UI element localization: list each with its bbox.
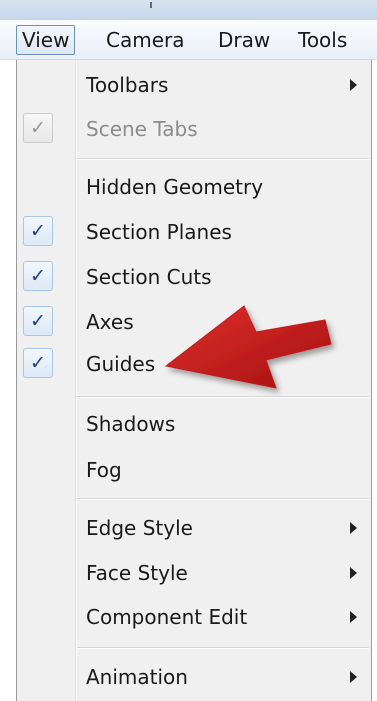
menu-item-edge-style[interactable]: Edge Style [17, 507, 371, 549]
submenu-arrow-icon [350, 79, 357, 91]
menu-item-scene-tabs[interactable]: ✓ Scene Tabs [17, 108, 371, 150]
menubar-camera[interactable]: Camera [106, 25, 185, 55]
menu-item-label: Shadows [86, 412, 176, 436]
menu-item-fog[interactable]: Fog [17, 449, 371, 491]
menu-item-label: Scene Tabs [86, 117, 198, 141]
menu-item-guides[interactable]: ✓ Guides [17, 343, 371, 385]
menu-item-axes[interactable]: ✓ Axes [17, 301, 371, 343]
menu-item-label: Face Style [86, 561, 188, 585]
menu-separator [77, 647, 369, 649]
menubar-view[interactable]: View [16, 25, 76, 55]
check-mark-icon: ✓ [23, 261, 53, 291]
view-dropdown-menu: Toolbars ✓ Scene Tabs Hidden Geometry ✓ … [16, 60, 372, 701]
menu-separator [77, 396, 369, 398]
submenu-arrow-icon [350, 567, 357, 579]
menubar: View Camera Draw Tools [0, 20, 377, 60]
menu-item-shadows[interactable]: Shadows [17, 403, 371, 445]
submenu-arrow-icon [350, 671, 357, 683]
check-mark-icon: ✓ [23, 348, 53, 378]
submenu-arrow-icon [350, 611, 357, 623]
check-mark-icon: ✓ [23, 306, 53, 336]
menu-item-component-edit[interactable]: Component Edit [17, 596, 371, 638]
menu-item-animation[interactable]: Animation [17, 656, 371, 698]
menu-item-label: Axes [86, 310, 134, 334]
menubar-tools[interactable]: Tools [298, 25, 347, 55]
window-top-strip [0, 0, 377, 20]
menu-item-label: Section Cuts [86, 265, 212, 289]
menu-separator [77, 498, 369, 500]
menubar-draw[interactable]: Draw [218, 25, 270, 55]
menu-item-label: Fog [86, 458, 122, 482]
menu-item-label: Animation [86, 665, 188, 689]
menu-item-label: Hidden Geometry [86, 175, 264, 199]
menu-item-label: Section Planes [86, 220, 232, 244]
title-fragment [150, 2, 152, 8]
check-mark-icon: ✓ [23, 113, 53, 143]
check-mark-icon: ✓ [23, 216, 53, 246]
submenu-arrow-icon [350, 522, 357, 534]
menu-item-section-cuts[interactable]: ✓ Section Cuts [17, 256, 371, 298]
menu-item-hidden-geometry[interactable]: Hidden Geometry [17, 166, 371, 208]
menu-item-section-planes[interactable]: ✓ Section Planes [17, 211, 371, 253]
menu-item-label: Edge Style [86, 516, 193, 540]
menu-item-toolbars[interactable]: Toolbars [17, 64, 371, 106]
menu-item-label: Component Edit [86, 605, 248, 629]
menu-item-label: Guides [86, 352, 156, 376]
menu-item-face-style[interactable]: Face Style [17, 552, 371, 594]
menu-separator [77, 158, 369, 160]
menu-item-label: Toolbars [86, 73, 169, 97]
